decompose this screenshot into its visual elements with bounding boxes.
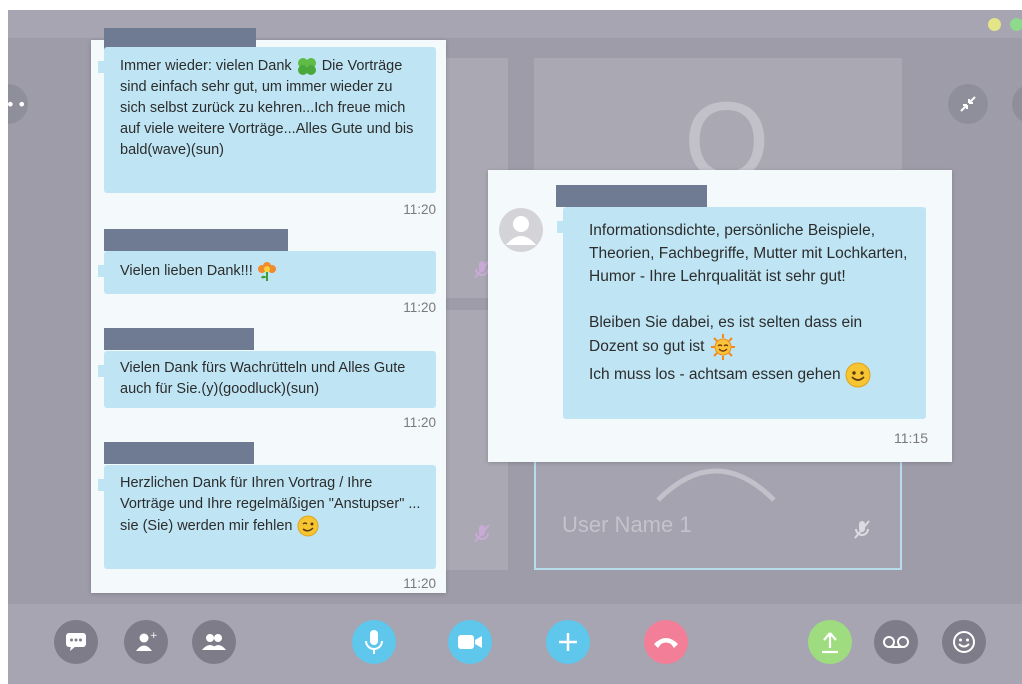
add-person-button[interactable]: + <box>124 620 168 664</box>
collapse-arrows-icon <box>960 96 976 112</box>
mic-muted-icon <box>474 524 490 543</box>
side-panel-button[interactable] <box>1012 84 1022 124</box>
ellipsis-icon: •• <box>8 94 29 114</box>
chat-icon <box>66 633 86 651</box>
sender-name-redacted <box>104 229 288 251</box>
add-button[interactable] <box>546 620 590 664</box>
smile-emoji <box>845 362 871 388</box>
message-paragraph-with-emoji: Bleiben Sie dabei, es ist selten dass ei… <box>589 311 914 360</box>
window-minimize-dot[interactable] <box>988 18 1001 31</box>
more-options-button[interactable]: •• <box>8 84 28 124</box>
chat-panel-left[interactable]: Immer wieder: vielen Dank Die Vorträge s… <box>91 28 446 593</box>
hang-up-icon <box>654 638 678 648</box>
contacts-icon <box>202 634 226 650</box>
chat-message[interactable]: Herzlichen Dank für Ihren Vortrag / Ihre… <box>98 465 436 569</box>
message-timestamp: 11:15 <box>894 430 928 446</box>
add-person-icon: + <box>136 631 158 651</box>
emoticon-icon <box>953 631 975 653</box>
wink-emoji <box>297 515 318 537</box>
message-text: Ich muss los - achtsam essen gehen <box>589 366 845 384</box>
share-upload-icon <box>822 632 838 654</box>
chat-panel-right[interactable]: Informationsdichte, persönliche Beispiel… <box>488 170 952 462</box>
clover-emoji <box>297 58 316 76</box>
chat-button[interactable] <box>54 620 98 664</box>
sun-emoji <box>710 334 735 360</box>
voicemail-button[interactable] <box>874 620 918 664</box>
microphone-button[interactable] <box>352 620 396 664</box>
chat-message[interactable]: Vielen lieben Dank!!! <box>98 251 436 294</box>
minimize-view-button[interactable] <box>948 84 988 124</box>
message-timestamp: 11:20 <box>403 415 436 430</box>
message-timestamp: 11:20 <box>403 202 436 217</box>
message-timestamp: 11:20 <box>403 300 436 315</box>
tile-user-name: User Name 1 <box>562 512 692 537</box>
chat-message[interactable]: Vielen Dank fürs Wachrütteln und Alles G… <box>98 351 436 408</box>
message-text: Immer wieder: vielen Dank <box>120 58 296 74</box>
chat-message[interactable]: Informationsdichte, persönliche Beispiel… <box>557 207 926 419</box>
chat-message[interactable]: Immer wieder: vielen Dank Die Vorträge s… <box>98 47 436 193</box>
window-maximize-dot[interactable] <box>1010 18 1022 31</box>
sender-name-redacted <box>104 328 254 350</box>
svg-text:+: + <box>150 631 158 641</box>
hang-up-button[interactable] <box>644 620 688 664</box>
mic-muted-icon <box>854 520 870 539</box>
emoticon-button[interactable] <box>942 620 986 664</box>
sender-name-redacted <box>556 185 707 207</box>
flower-emoji <box>257 262 276 281</box>
message-paragraph-with-emoji: Ich muss los - achtsam essen gehen <box>589 362 914 388</box>
share-button[interactable] <box>808 620 852 664</box>
message-text: Vielen Dank fürs Wachrütteln und Alles G… <box>120 360 406 397</box>
plus-icon <box>559 633 577 651</box>
video-button[interactable] <box>448 620 492 664</box>
contacts-button[interactable] <box>192 620 236 664</box>
call-toolbar: + <box>8 604 1022 684</box>
video-icon <box>458 635 482 649</box>
message-timestamp: 11:20 <box>403 576 436 591</box>
message-paragraph: Informationsdichte, persönliche Beispiel… <box>589 222 908 285</box>
message-text: Herzlichen Dank für Ihren Vortrag / Ihre… <box>120 475 421 534</box>
voicemail-icon <box>883 636 909 648</box>
sender-name-redacted <box>104 442 254 464</box>
avatar-silhouette-icon <box>656 468 776 502</box>
microphone-icon <box>365 630 383 654</box>
message-text: Vielen lieben Dank!!! <box>120 262 257 279</box>
avatar-placeholder-icon <box>499 208 543 252</box>
